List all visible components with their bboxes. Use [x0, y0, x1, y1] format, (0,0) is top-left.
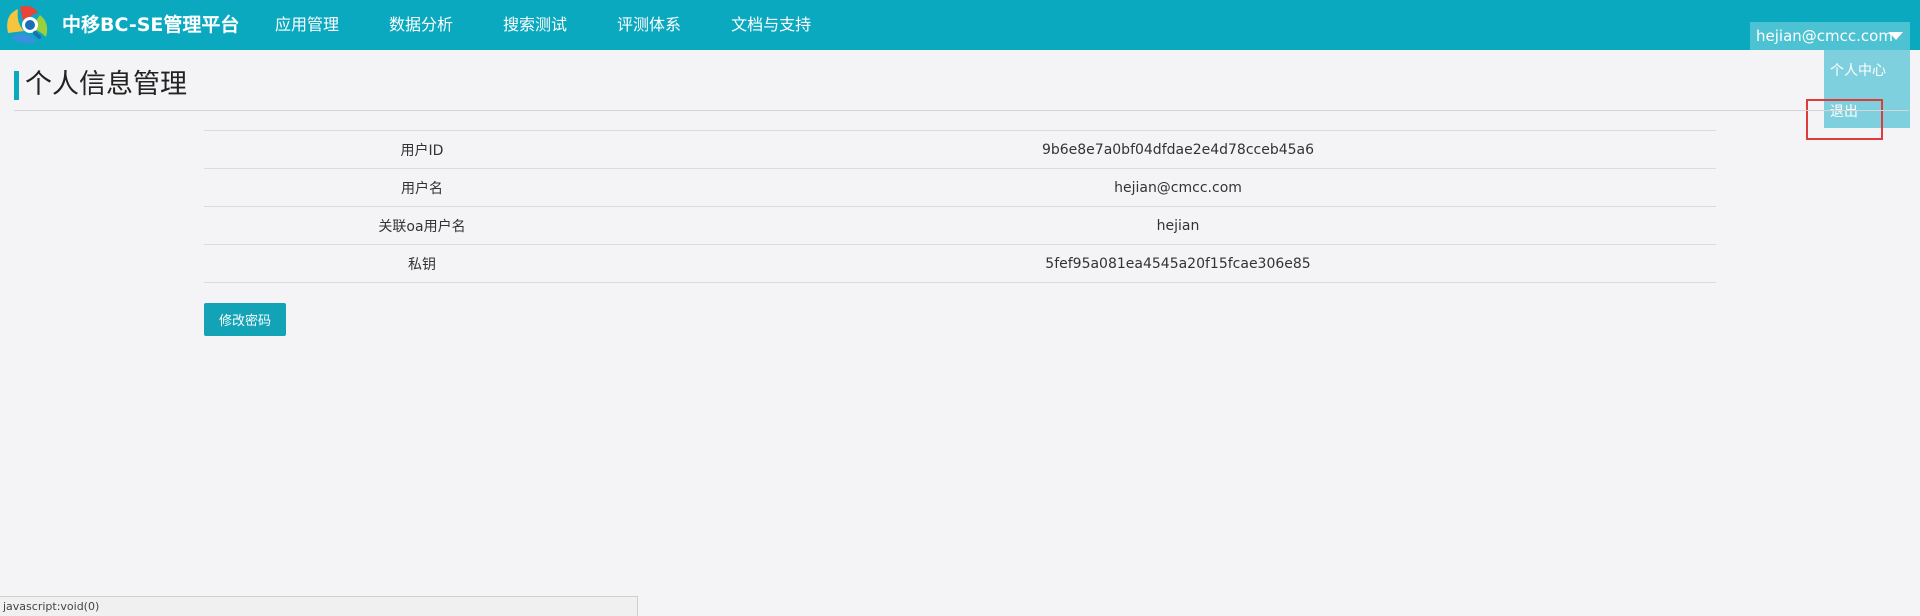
nav-item-app-management[interactable]: 应用管理 [250, 0, 364, 50]
caret-down-icon [1889, 32, 1903, 40]
title-divider [14, 110, 1909, 111]
brand-title[interactable]: 中移BC-SE管理平台 [62, 0, 239, 50]
row-label-private-key: 私钥 [204, 244, 640, 283]
title-accent-bar [14, 71, 19, 100]
nav-item-data-analysis[interactable]: 数据分析 [364, 0, 478, 50]
user-menu-toggle[interactable]: hejian@cmcc.com [1750, 22, 1910, 50]
table-row: 关联oa用户名 hejian [204, 206, 1716, 245]
table-row: 用户ID 9b6e8e7a0bf04dfdae2e4d78cceb45a6 [204, 130, 1716, 169]
user-name: hejian@cmcc.com [1756, 27, 1893, 45]
table-row: 用户名 hejian@cmcc.com [204, 168, 1716, 207]
page-title: 个人信息管理 [25, 69, 187, 100]
browser-status-bar: javascript:void(0) [0, 596, 638, 616]
nav-item-search-test[interactable]: 搜索测试 [478, 0, 592, 50]
change-password-button[interactable]: 修改密码 [204, 303, 286, 336]
row-value-user-id: 9b6e8e7a0bf04dfdae2e4d78cceb45a6 [640, 130, 1716, 169]
row-value-oa-username: hejian [640, 206, 1716, 245]
nav-item-docs-support[interactable]: 文档与支持 [706, 0, 836, 50]
row-label-user-id: 用户ID [204, 130, 640, 169]
table-row: 私钥 5fef95a081ea4545a20f15fcae306e85 [204, 244, 1716, 283]
row-value-username: hejian@cmcc.com [640, 168, 1716, 207]
user-info-table: 用户ID 9b6e8e7a0bf04dfdae2e4d78cceb45a6 用户… [204, 130, 1716, 283]
row-value-private-key: 5fef95a081ea4545a20f15fcae306e85 [640, 244, 1716, 283]
menu-item-profile[interactable]: 个人中心 [1830, 60, 1886, 80]
logo-icon[interactable] [2, 3, 54, 47]
top-navbar: 中移BC-SE管理平台 应用管理 数据分析 搜索测试 评测体系 文档与支持 he… [0, 0, 1920, 50]
logout-highlight-box [1806, 99, 1883, 140]
main-nav: 应用管理 数据分析 搜索测试 评测体系 文档与支持 [250, 0, 836, 50]
row-label-oa-username: 关联oa用户名 [204, 206, 640, 245]
nav-item-evaluation[interactable]: 评测体系 [592, 0, 706, 50]
row-label-username: 用户名 [204, 168, 640, 207]
